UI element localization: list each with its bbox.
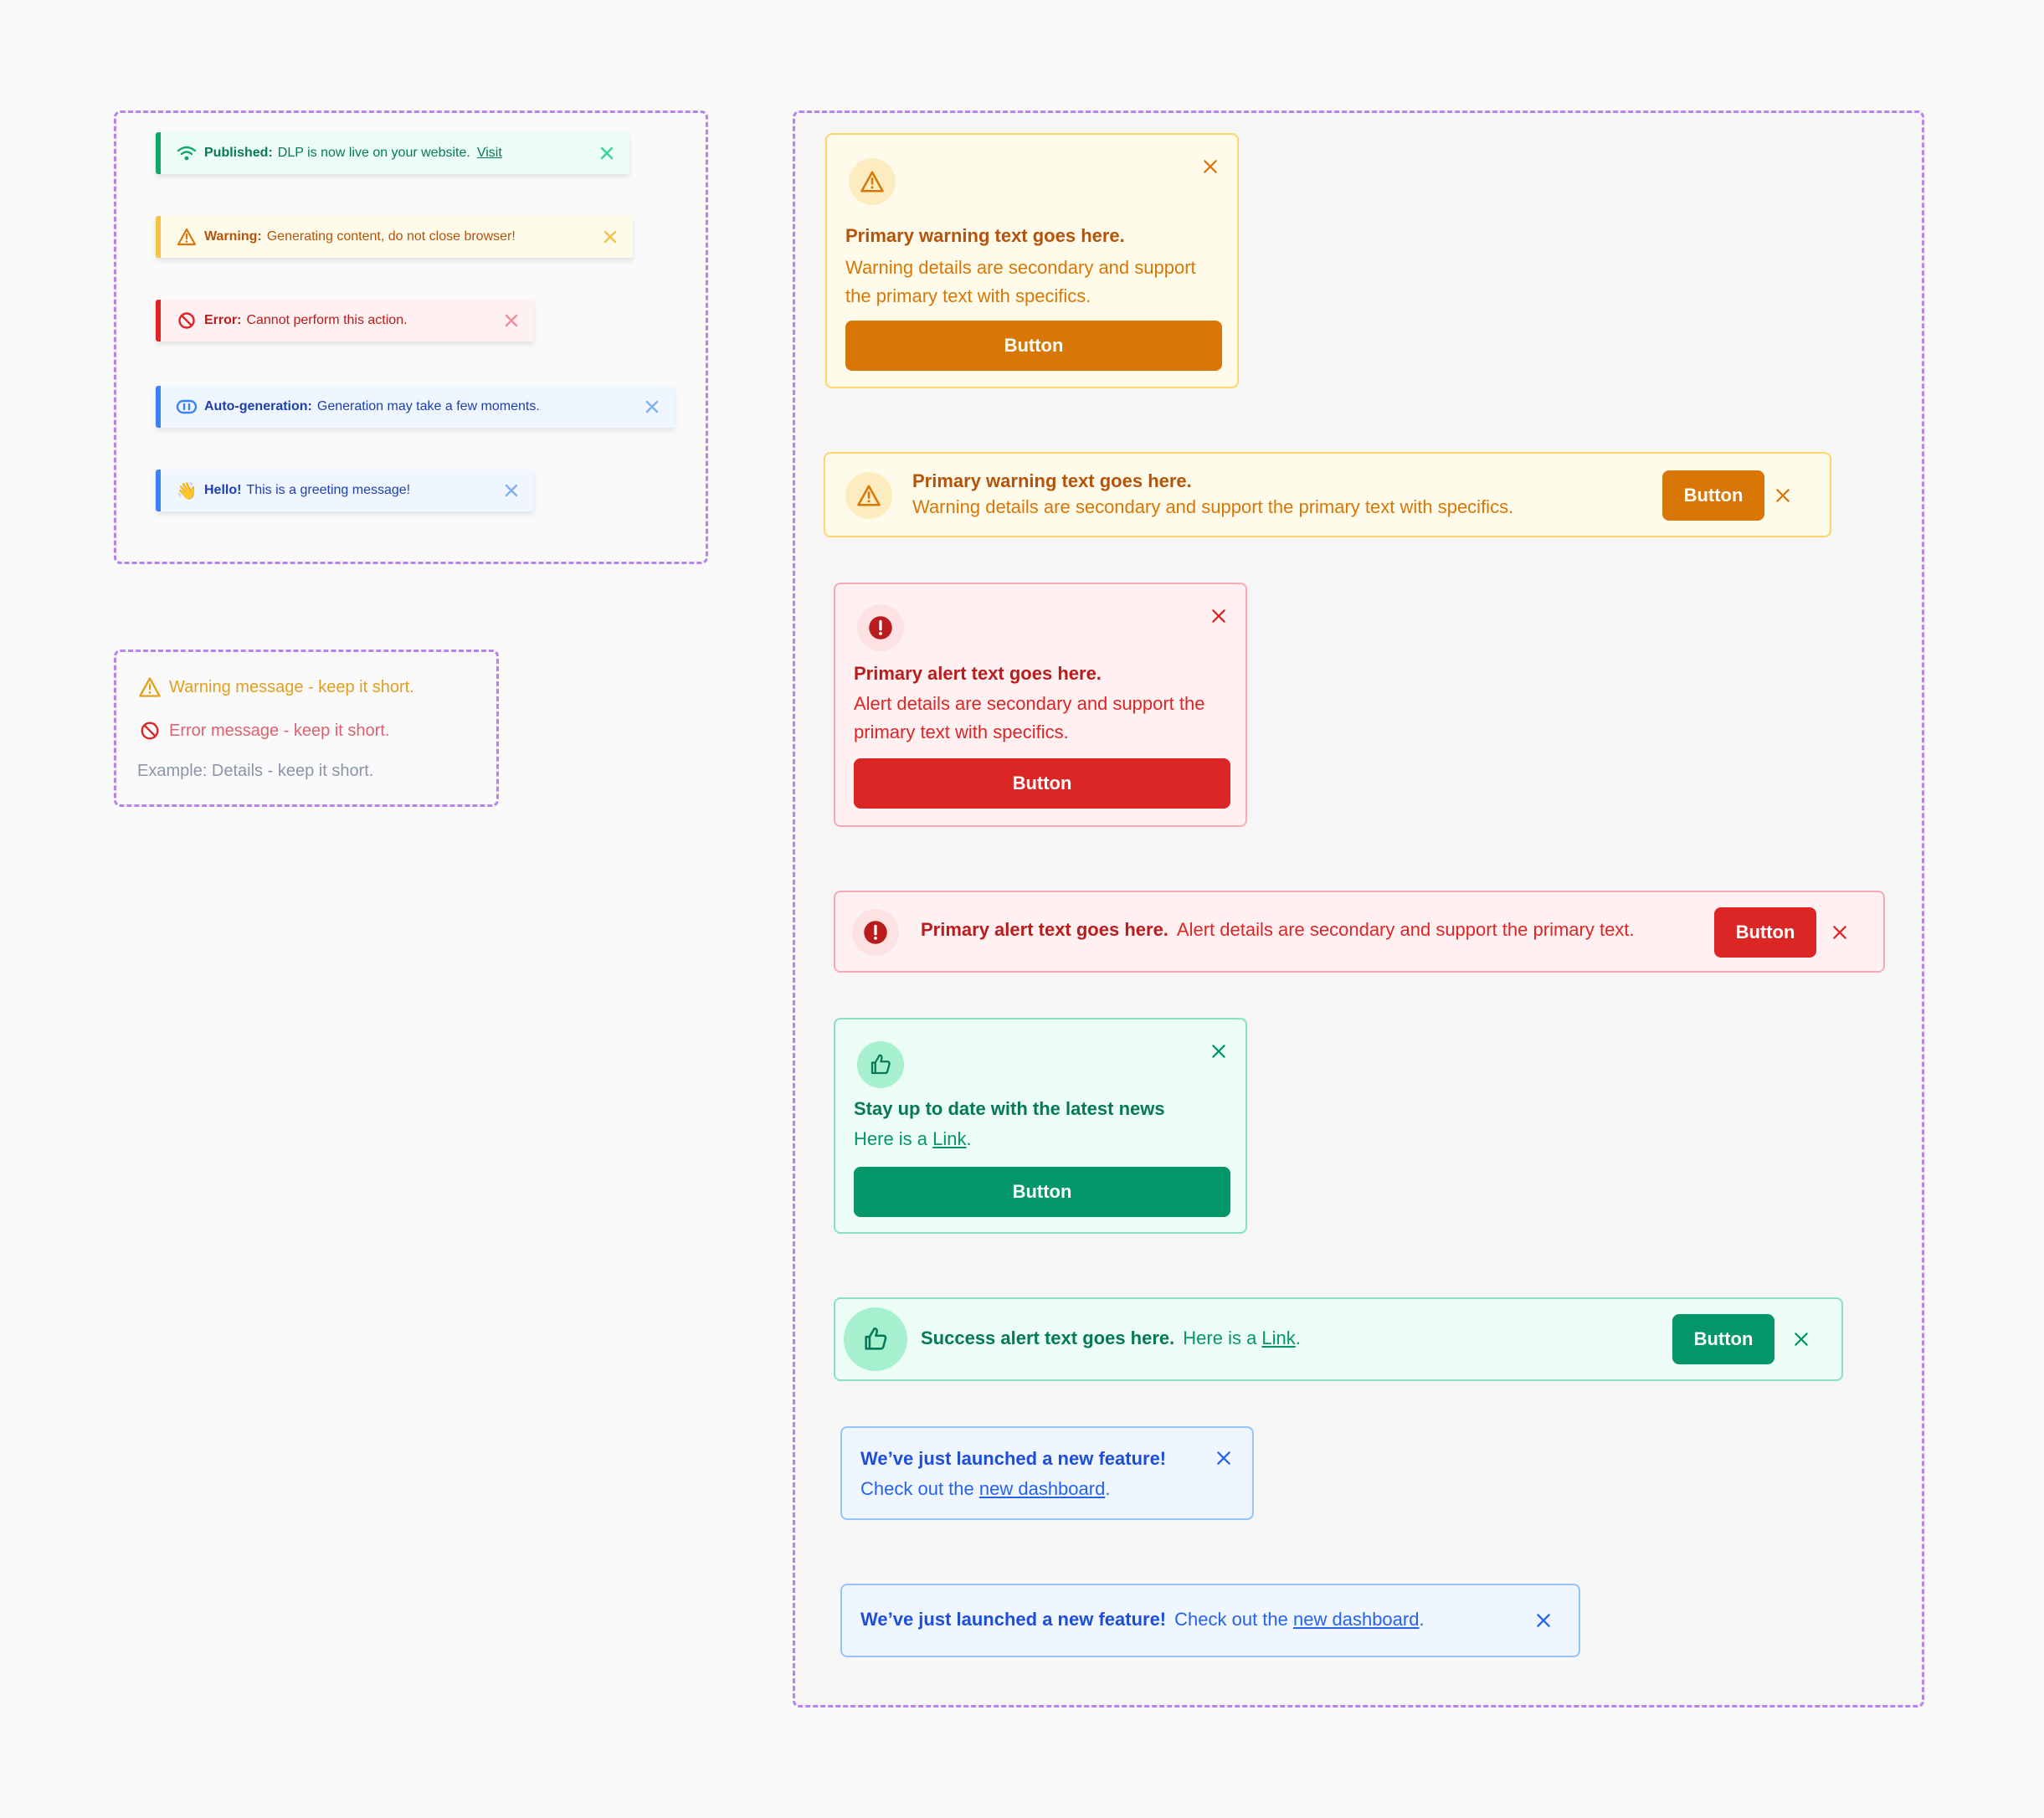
toast-auto-generation: Auto-generation: Generation may take a f… [156,386,675,428]
toast-hello: 👋 Hello! This is a greeting message! [156,470,534,511]
danger-action-button[interactable]: Button [854,758,1230,809]
toast-warning: Warning: Generating content, do not clos… [156,216,633,258]
alert-body: Warning details are secondary and suppor… [845,257,1196,306]
toast-title: Error: [204,313,242,327]
danger-alert-card: Primary alert text goes here. Alert deta… [830,583,1257,850]
warning-alert-card: Primary warning text goes here. Warning … [822,133,1249,412]
alert-title: Primary alert text goes here. [921,919,1168,940]
new-dashboard-link[interactable]: new dashboard [979,1478,1105,1499]
close-icon[interactable] [598,144,616,162]
body-prefix: Check out the [860,1478,979,1499]
toast-text: DLP is now live on your website. [277,146,470,160]
inline-example-message: Example: Details - keep it short. [137,762,373,781]
warning-action-button[interactable]: Button [845,321,1222,371]
alert-title: Primary warning text goes here. [845,225,1125,246]
close-icon[interactable] [1207,604,1230,628]
body-suffix: . [1419,1609,1425,1630]
danger-action-button[interactable]: Button [1714,907,1816,958]
alert-body: Warning details are secondary and suppor… [912,496,1514,517]
thumbs-up-icon [857,1041,904,1088]
close-icon[interactable] [1207,1040,1230,1063]
alert-body: Here is a Link. [854,1125,972,1153]
close-icon[interactable] [1828,921,1851,944]
inline-warning-text: Warning message - keep it short. [169,677,414,696]
alert-title: We’ve just launched a new feature! [860,1448,1167,1469]
exclamation-circle-icon [852,909,899,956]
prohibited-icon [176,310,198,331]
body-suffix: . [966,1128,972,1149]
toast-text: Generating content, do not close browser… [266,229,516,244]
alert-link[interactable]: Link [932,1128,966,1149]
close-icon[interactable] [502,311,521,330]
alert-body: Alert details are secondary and support … [1176,919,1635,940]
inline-error-message: Error message - keep it short. [137,718,389,743]
toast-published: Published: DLP is now live on your websi… [156,132,629,174]
inline-error-text: Error message - keep it short. [169,721,390,740]
robot-icon [176,396,198,418]
thumbs-up-icon [844,1307,907,1371]
close-icon[interactable] [1212,1446,1235,1470]
alert-title: Primary alert text goes here. [854,663,1102,684]
close-icon[interactable] [1790,1328,1813,1351]
warning-triangle-icon [137,675,162,700]
body-prefix: Check out the [1174,1609,1294,1630]
alert-link[interactable]: Link [1261,1328,1295,1348]
success-action-button[interactable]: Button [1672,1314,1774,1364]
toast-text: Generation may take a few moments. [316,399,540,413]
success-action-button[interactable]: Button [854,1167,1230,1217]
toast-title: Warning: [204,229,262,244]
toast-title: Published: [204,146,273,160]
info-alert-bar: We’ve just launched a new feature! Check … [837,1584,1590,1681]
prohibited-icon [137,718,162,743]
danger-alert-bar: Primary alert text goes here. Alert detai… [830,891,1895,996]
close-icon[interactable] [1199,155,1222,178]
alert-title: Stay up to date with the latest news [854,1098,1165,1119]
toast-error: Error: Cannot perform this action. [156,300,534,342]
toast-title: Hello! [204,483,242,497]
close-icon[interactable] [1532,1609,1555,1632]
toast-text: This is a greeting message! [246,483,411,497]
body-prefix: Here is a [1183,1328,1262,1348]
warning-triangle-icon [176,226,198,248]
body-suffix: . [1295,1328,1301,1348]
alert-title: Primary warning text goes here. [912,470,1192,491]
alert-body: Check out the new dashboard. [860,1475,1110,1503]
visit-link[interactable]: Visit [477,146,502,161]
alert-text: Success alert text goes here. Here is a L… [921,1328,1301,1349]
toast-title: Auto-generation: [204,399,312,413]
alert-title: We’ve just launched a new feature! [860,1609,1167,1630]
alert-text: Primary alert text goes here. Alert detai… [921,919,1635,941]
close-icon[interactable] [643,398,661,416]
toast-text: Cannot perform this action. [246,313,408,327]
body-prefix: Here is a [854,1128,933,1149]
warning-triangle-icon [849,158,896,205]
close-icon[interactable] [502,481,521,500]
exclamation-circle-icon [857,604,904,651]
wifi-icon [176,142,198,164]
close-icon[interactable] [1771,484,1795,507]
warning-triangle-icon [845,472,892,519]
alert-text: We’ve just launched a new feature! Check … [860,1609,1425,1631]
inline-warning-message: Warning message - keep it short. [137,675,414,700]
warning-action-button[interactable]: Button [1662,470,1764,521]
success-alert-card: Stay up to date with the latest news Her… [830,1018,1257,1257]
new-dashboard-link[interactable]: new dashboard [1293,1609,1419,1630]
close-icon[interactable] [601,228,619,246]
warning-alert-bar: Primary warning text goes here. Warning … [820,452,1841,561]
alert-title: Success alert text goes here. [921,1328,1175,1348]
info-alert-card: We’ve just launched a new feature! Check… [837,1426,1264,1543]
waving-hand-icon: 👋 [176,481,198,501]
body-suffix: . [1105,1478,1111,1499]
alert-body: Alert details are secondary and support … [854,693,1205,742]
success-alert-bar: Success alert text goes here. Here is a L… [830,1297,1853,1405]
inline-example-text: Example: Details - keep it short. [137,762,374,780]
